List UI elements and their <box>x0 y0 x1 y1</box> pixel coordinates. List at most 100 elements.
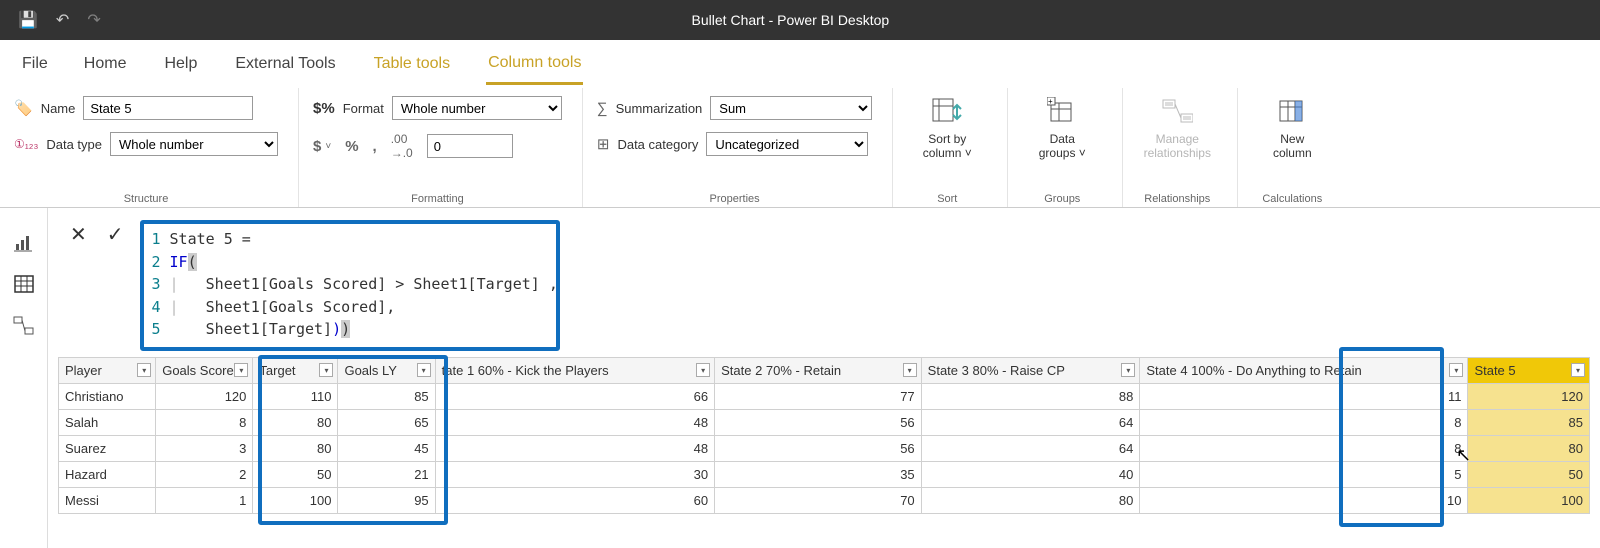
new-column-button[interactable]: Newcolumn <box>1252 96 1332 161</box>
table-cell[interactable]: 100 <box>1468 487 1590 513</box>
column-header[interactable]: Goals Scored▾ <box>156 357 253 383</box>
table-cell[interactable]: 1 <box>156 487 253 513</box>
percent-icon[interactable]: % <box>345 138 358 155</box>
table-row[interactable]: Christiano1201108566778811120 <box>59 383 1590 409</box>
currency-icon[interactable]: $ <box>313 138 321 155</box>
table-cell[interactable]: 80 <box>1468 435 1590 461</box>
table-cell[interactable]: 56 <box>715 435 922 461</box>
table-cell[interactable]: Hazard <box>59 461 156 487</box>
table-cell[interactable]: 50 <box>1468 461 1590 487</box>
table-cell[interactable]: 50 <box>253 461 338 487</box>
table-cell[interactable]: 120 <box>156 383 253 409</box>
table-cell[interactable]: 48 <box>435 435 714 461</box>
column-header[interactable]: State 5▾ <box>1468 357 1590 383</box>
column-header[interactable]: State 2 70% - Retain ▾ <box>715 357 922 383</box>
column-header[interactable]: tate 1 60% - Kick the Players▾ <box>435 357 714 383</box>
table-cell[interactable]: Messi <box>59 487 156 513</box>
column-header[interactable]: Target▾ <box>253 357 338 383</box>
format-select[interactable]: Whole number <box>392 96 562 120</box>
table-cell[interactable]: 85 <box>1468 409 1590 435</box>
table-cell[interactable]: Salah <box>59 409 156 435</box>
table-cell[interactable]: 45 <box>338 435 435 461</box>
table-cell[interactable]: 64 <box>921 435 1140 461</box>
table-cell[interactable]: 56 <box>715 409 922 435</box>
thousands-icon[interactable]: , <box>373 138 377 155</box>
table-cell[interactable]: 8 <box>1140 409 1468 435</box>
table-cell[interactable]: 35 <box>715 461 922 487</box>
column-filter-icon[interactable]: ▾ <box>696 363 710 377</box>
formula-cancel-icon[interactable]: ✕ <box>66 220 91 249</box>
table-cell[interactable]: Christiano <box>59 383 156 409</box>
column-header-label: State 2 70% - Retain <box>721 363 841 378</box>
table-row[interactable]: Suarez38045485664880 <box>59 435 1590 461</box>
column-filter-icon[interactable]: ▾ <box>137 363 151 377</box>
summarization-select[interactable]: Sum <box>710 96 872 120</box>
table-cell[interactable]: 80 <box>253 435 338 461</box>
table-cell[interactable]: 30 <box>435 461 714 487</box>
data-category-select[interactable]: Uncategorized <box>706 132 868 156</box>
datatype-select[interactable]: Whole number <box>110 132 278 156</box>
table-cell[interactable]: 11 <box>1140 383 1468 409</box>
formula-editor[interactable]: 1State 5 = 2IF( 3| Sheet1[Goals Scored] … <box>140 220 560 351</box>
column-header[interactable]: Goals LY▾ <box>338 357 435 383</box>
formula-line4: Sheet1[Goals Scored], <box>206 298 396 316</box>
tab-column-tools[interactable]: Column tools <box>486 44 583 85</box>
model-view-icon[interactable] <box>13 316 35 341</box>
table-cell[interactable]: 40 <box>921 461 1140 487</box>
table-cell[interactable]: 66 <box>435 383 714 409</box>
table-cell[interactable]: 5 <box>1140 461 1468 487</box>
table-cell[interactable]: 10 <box>1140 487 1468 513</box>
table-cell[interactable]: 88 <box>921 383 1140 409</box>
decimals-input[interactable] <box>427 134 513 158</box>
column-name-input[interactable] <box>83 96 253 120</box>
titlebar: 💾 ↶ ↷ Bullet Chart - Power BI Desktop <box>0 0 1600 40</box>
mouse-cursor: ↖ <box>1456 445 1471 466</box>
table-cell[interactable]: 2 <box>156 461 253 487</box>
data-view-icon[interactable] <box>14 275 34 298</box>
table-cell[interactable]: 120 <box>1468 383 1590 409</box>
column-filter-icon[interactable]: ▾ <box>234 363 248 377</box>
column-header[interactable]: State 3 80% - Raise CP▾ <box>921 357 1140 383</box>
save-icon[interactable]: 💾 <box>18 10 38 30</box>
table-cell[interactable]: 85 <box>338 383 435 409</box>
column-filter-icon[interactable]: ▾ <box>1121 363 1135 377</box>
data-groups-button[interactable]: + Datagroups ˅ <box>1022 96 1102 161</box>
table-cell[interactable]: 48 <box>435 409 714 435</box>
tab-external-tools[interactable]: External Tools <box>233 45 337 83</box>
table-cell[interactable]: 60 <box>435 487 714 513</box>
redo-icon[interactable]: ↷ <box>87 10 100 30</box>
tab-help[interactable]: Help <box>162 45 199 83</box>
column-filter-icon[interactable]: ▾ <box>417 363 431 377</box>
table-cell[interactable]: Suarez <box>59 435 156 461</box>
table-cell[interactable]: 80 <box>921 487 1140 513</box>
column-filter-icon[interactable]: ▾ <box>1449 363 1463 377</box>
tab-file[interactable]: File <box>22 55 48 73</box>
table-cell[interactable]: 95 <box>338 487 435 513</box>
currency-dropdown-icon[interactable]: ˅ <box>325 141 331 152</box>
table-cell[interactable]: 21 <box>338 461 435 487</box>
table-cell[interactable]: 64 <box>921 409 1140 435</box>
formula-commit-icon[interactable]: ✓ <box>103 220 128 249</box>
column-filter-icon[interactable]: ▾ <box>319 363 333 377</box>
table-cell[interactable]: 65 <box>338 409 435 435</box>
table-cell[interactable]: 8 <box>156 409 253 435</box>
column-filter-icon[interactable]: ▾ <box>903 363 917 377</box>
table-row[interactable]: Hazard25021303540550 <box>59 461 1590 487</box>
table-cell[interactable]: 3 <box>156 435 253 461</box>
table-cell[interactable]: 77 <box>715 383 922 409</box>
table-row[interactable]: Messi11009560708010100 <box>59 487 1590 513</box>
table-cell[interactable]: 8 <box>1140 435 1468 461</box>
sort-by-column-button[interactable]: Sort bycolumn ˅ <box>907 96 987 161</box>
column-filter-icon[interactable]: ▾ <box>1571 363 1585 377</box>
table-cell[interactable]: 110 <box>253 383 338 409</box>
table-cell[interactable]: 70 <box>715 487 922 513</box>
table-cell[interactable]: 100 <box>253 487 338 513</box>
table-cell[interactable]: 80 <box>253 409 338 435</box>
report-view-icon[interactable] <box>14 234 34 257</box>
tab-home[interactable]: Home <box>82 45 129 83</box>
tab-table-tools[interactable]: Table tools <box>372 45 453 83</box>
table-row[interactable]: Salah88065485664885 <box>59 409 1590 435</box>
column-header[interactable]: Player▾ <box>59 357 156 383</box>
undo-icon[interactable]: ↶ <box>56 10 69 30</box>
column-header[interactable]: State 4 100% - Do Anything to Retain▾ <box>1140 357 1468 383</box>
